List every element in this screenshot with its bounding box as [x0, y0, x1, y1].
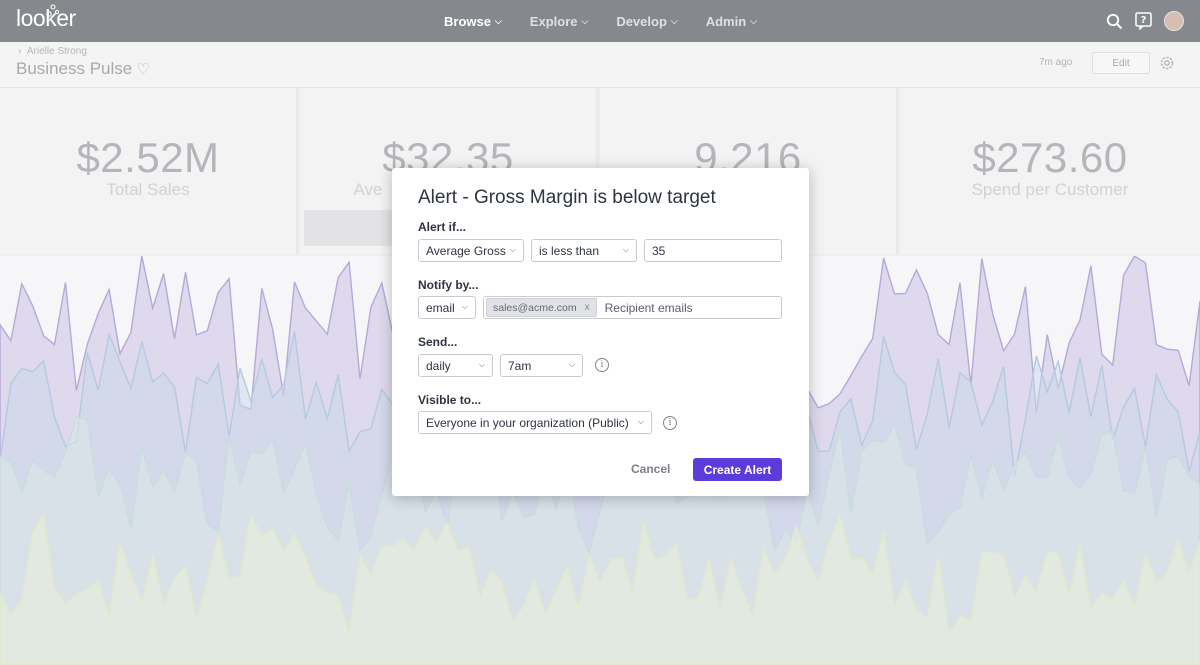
time-value: 7am: [508, 358, 532, 373]
chevron-down-icon: ⌵: [461, 302, 468, 311]
notify-method-value: email: [426, 300, 455, 315]
recipient-chip-label: sales@acme.com: [493, 301, 577, 314]
recipient-emails-input[interactable]: sales@acme.com x Recipient emails: [483, 296, 782, 319]
chevron-down-icon: ⌵: [509, 245, 516, 254]
dialog-title: Alert - Gross Margin is below target: [418, 187, 716, 208]
threshold-input[interactable]: 35: [644, 239, 782, 262]
visibility-select[interactable]: Everyone in your organization (Public) ⌵: [418, 411, 652, 434]
threshold-value: 35: [652, 243, 666, 258]
send-label: Send...: [418, 335, 458, 349]
chevron-down-icon: ⌵: [568, 360, 575, 369]
info-icon[interactable]: i: [663, 416, 677, 430]
alert-dialog: Alert - Gross Margin is below target Ale…: [392, 168, 809, 496]
chevron-down-icon: ⌵: [478, 360, 485, 369]
info-icon[interactable]: i: [595, 358, 609, 372]
visible-to-label: Visible to...: [418, 393, 482, 407]
cancel-button[interactable]: Cancel: [631, 462, 670, 476]
recipient-chip: sales@acme.com x: [486, 298, 597, 317]
chevron-down-icon: ⌵: [637, 417, 644, 426]
frequency-value: daily: [426, 358, 451, 373]
recipient-placeholder: Recipient emails: [604, 300, 693, 315]
create-alert-button[interactable]: Create Alert: [693, 458, 782, 481]
field-select[interactable]: Average Gross ⌵: [418, 239, 524, 262]
frequency-select[interactable]: daily ⌵: [418, 354, 493, 377]
condition-select-value: is less than: [539, 243, 600, 258]
field-select-value: Average Gross: [426, 243, 506, 258]
chevron-down-icon: ⌵: [622, 245, 629, 254]
visibility-value: Everyone in your organization (Public): [426, 415, 629, 430]
remove-chip-icon[interactable]: x: [585, 302, 590, 313]
alert-if-label: Alert if...: [418, 220, 467, 234]
condition-select[interactable]: is less than ⌵: [531, 239, 637, 262]
time-select[interactable]: 7am ⌵: [500, 354, 583, 377]
notify-by-label: Notify by...: [418, 278, 479, 292]
notify-method-select[interactable]: email ⌵: [418, 296, 476, 319]
